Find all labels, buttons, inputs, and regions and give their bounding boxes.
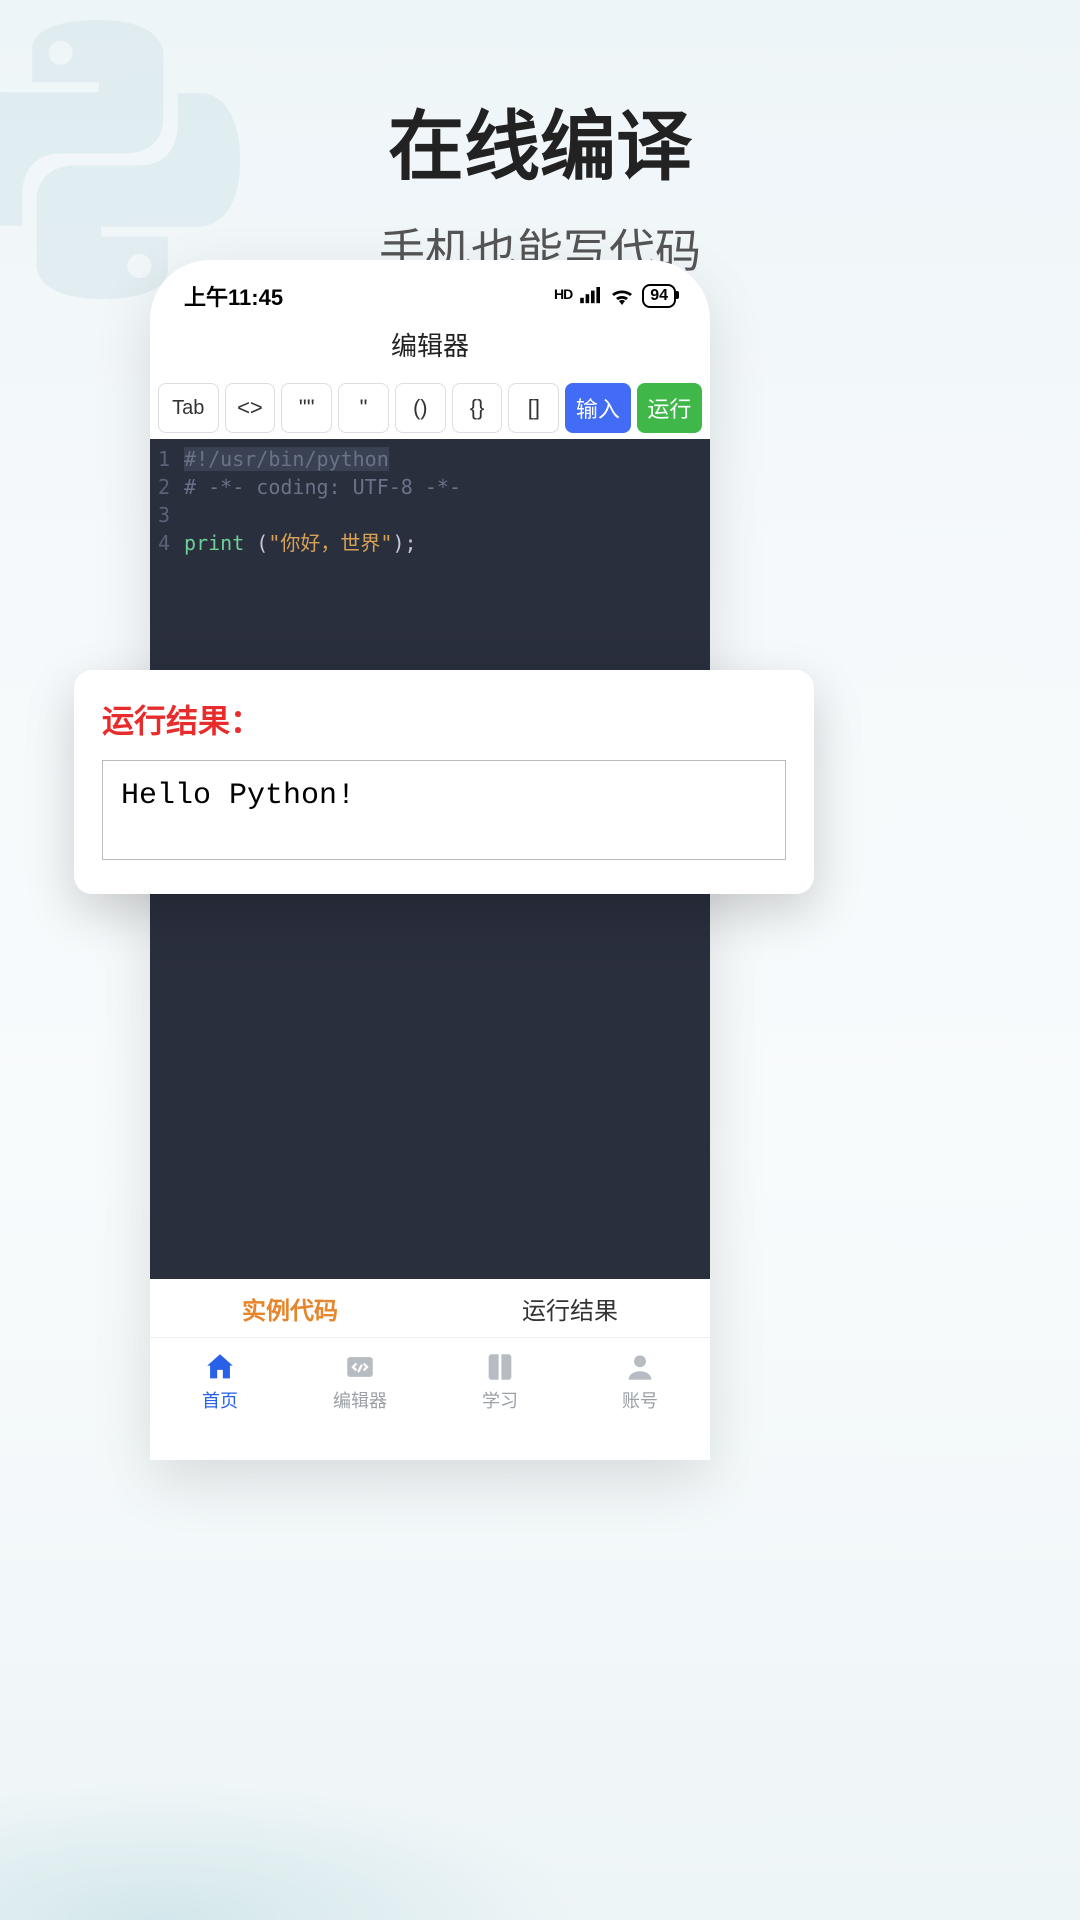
battery-level: 94 — [642, 284, 676, 308]
code-shebang: #!/usr/bin/python — [184, 447, 389, 471]
cloud-decoration — [0, 1640, 1080, 1920]
nav-learn[interactable]: 学习 — [430, 1338, 570, 1425]
status-right: HD 94 — [554, 284, 676, 308]
line-number: 2 — [158, 473, 170, 501]
person-icon — [623, 1350, 657, 1384]
code-icon — [343, 1350, 377, 1384]
book-icon — [483, 1350, 517, 1384]
tab-run-result[interactable]: 运行结果 — [430, 1279, 710, 1337]
wifi-icon — [610, 287, 634, 305]
nav-account[interactable]: 账号 — [570, 1338, 710, 1425]
code-encoding-comment: # -*- coding: UTF-8 -*- — [184, 475, 461, 499]
nav-editor[interactable]: 编辑器 — [290, 1338, 430, 1425]
double-quote-button[interactable]: "" — [281, 383, 332, 433]
nav-home-label: 首页 — [202, 1387, 238, 1413]
braces-button[interactable]: {} — [452, 383, 503, 433]
output-panel: 运行结果： Hello Python! — [74, 670, 814, 894]
tab-key-button[interactable]: Tab — [158, 383, 219, 433]
nav-account-label: 账号 — [622, 1387, 658, 1413]
code-string-literal: "你好，世界" — [268, 531, 392, 555]
home-icon — [203, 1350, 237, 1384]
single-quote-button[interactable]: " — [338, 383, 389, 433]
code-close-paren: ); — [392, 531, 416, 555]
code-func-print: print — [184, 531, 244, 555]
angle-brackets-button[interactable]: <> — [225, 383, 276, 433]
status-bar: 上午11:45 HD 94 — [150, 260, 710, 320]
line-number: 3 — [158, 501, 170, 529]
output-text: Hello Python! — [102, 760, 786, 860]
signal-icon — [580, 287, 602, 305]
parentheses-button[interactable]: () — [395, 383, 446, 433]
line-number: 4 — [158, 529, 170, 557]
nav-home[interactable]: 首页 — [150, 1338, 290, 1425]
brackets-button[interactable]: [] — [508, 383, 559, 433]
app-title: 编辑器 — [150, 320, 710, 377]
run-button[interactable]: 运行 — [637, 383, 702, 433]
signal-hd-icon: HD — [554, 286, 572, 302]
nav-learn-label: 学习 — [482, 1387, 518, 1413]
bottom-nav: 首页 编辑器 学习 账号 — [150, 1337, 710, 1425]
input-button[interactable]: 输入 — [565, 383, 630, 433]
editor-toolbar: Tab <> "" " () {} [] 输入 运行 — [150, 377, 710, 439]
line-number: 1 — [158, 445, 170, 473]
result-tabs: 实例代码 运行结果 — [150, 1279, 710, 1337]
hero-title: 在线编译 — [0, 0, 1080, 195]
status-time: 上午11:45 — [184, 280, 283, 312]
tab-example-code[interactable]: 实例代码 — [150, 1279, 430, 1337]
code-open-paren: ( — [244, 531, 268, 555]
output-title: 运行结果： — [102, 696, 786, 742]
nav-editor-label: 编辑器 — [333, 1387, 387, 1413]
